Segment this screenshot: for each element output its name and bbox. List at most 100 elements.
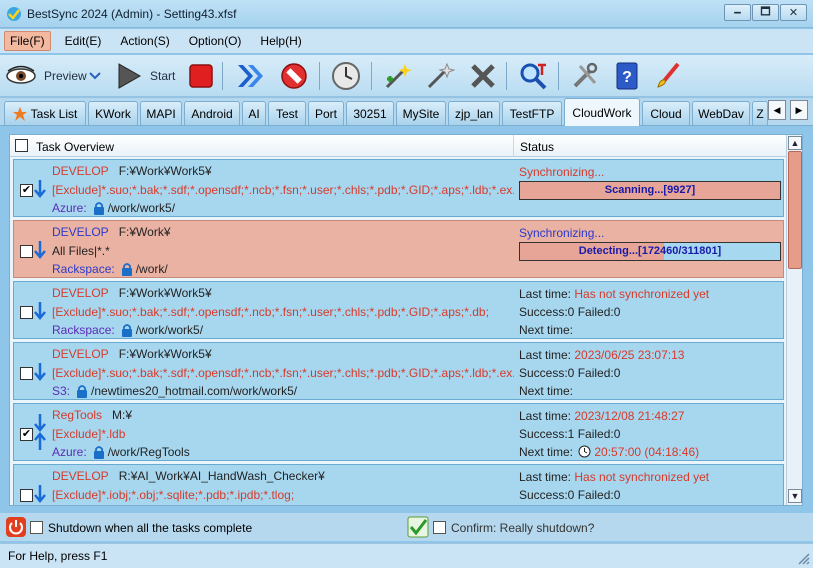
new-task-wand-icon[interactable] <box>381 59 415 93</box>
brush-options-icon[interactable] <box>652 59 686 93</box>
window-controls: 🗕 🗖 ✕ <box>723 4 807 21</box>
task-name: RegTools <box>52 408 103 422</box>
last-time-value: 2023/12/08 21:48:27 <box>574 409 685 423</box>
preview-eye-icon[interactable] <box>4 59 38 93</box>
window-title: BestSync 2024 (Admin) - Setting43.xfsf <box>27 7 237 21</box>
tab-30251[interactable]: 30251 <box>346 101 394 125</box>
task-name: DEVELOP <box>52 347 109 361</box>
start-button[interactable]: Start <box>150 69 175 83</box>
toolbar-separator <box>506 62 507 90</box>
tab-android[interactable]: Android <box>184 101 240 125</box>
tab-port[interactable]: Port <box>308 101 344 125</box>
preview-dropdown-chevron-icon[interactable] <box>89 72 101 80</box>
sync-all-icon[interactable] <box>234 59 268 93</box>
task-row[interactable]: DEVELOP R:¥AI_Work¥AI_HandWash_Checker¥ … <box>13 464 784 505</box>
maximize-button[interactable]: 🗖 <box>752 4 779 21</box>
next-time-value: 20:57:00 (04:18:46) <box>594 445 700 459</box>
tab-webdav[interactable]: WebDav <box>692 101 750 125</box>
close-button[interactable]: ✕ <box>780 4 807 21</box>
task-checkbox[interactable] <box>20 245 33 258</box>
task-tab-bar: Task List KWork MAPI Android AI Test Por… <box>0 98 813 126</box>
filter-pattern: *.suo;*.bak;*.sdf;*.opensdf;*.ncb;*.fsn;… <box>101 305 489 319</box>
menu-help[interactable]: Help(H) <box>255 32 306 50</box>
minimize-button[interactable]: 🗕 <box>724 4 751 21</box>
filter-pattern: All Files|*.* <box>52 244 110 258</box>
scroll-down-icon[interactable]: ▼ <box>788 489 802 503</box>
confirm-label: Confirm: Really shutdown? <box>451 521 595 535</box>
success-failed-counts: Success:0 Failed:0 <box>519 366 621 380</box>
search-magnifier-icon[interactable] <box>516 59 550 93</box>
menu-option[interactable]: Option(O) <box>184 32 247 50</box>
progress-text: Scanning...[9927] <box>604 184 696 196</box>
tab-mapi[interactable]: MAPI <box>140 101 182 125</box>
preview-button[interactable]: Preview <box>44 69 87 83</box>
task-checkbox[interactable] <box>20 306 33 319</box>
last-time-label: Last time: <box>519 287 575 301</box>
cancel-icon[interactable] <box>277 59 311 93</box>
clock-icon <box>578 445 591 458</box>
service-name: S3: <box>52 384 71 398</box>
confirm-checkbox[interactable] <box>433 521 446 534</box>
toolbar-separator <box>371 62 372 90</box>
stop-icon[interactable] <box>184 59 218 93</box>
tab-mysite[interactable]: MySite <box>396 101 446 125</box>
start-play-icon[interactable] <box>112 59 146 93</box>
tab-cloud[interactable]: Cloud <box>642 101 690 125</box>
tab-zjp-lan[interactable]: zjp_lan <box>448 101 500 125</box>
resize-grip-icon[interactable] <box>796 551 810 565</box>
task-checkbox[interactable]: ✔ <box>20 428 33 441</box>
bidirectional-arrow-icon <box>34 414 46 450</box>
task-row[interactable]: DEVELOP F:¥Work¥ All Files|*.* Rackspace… <box>13 220 784 278</box>
header-task-overview[interactable]: Task Overview <box>36 140 114 154</box>
tab-task-list[interactable]: Task List <box>4 101 86 125</box>
lock-icon <box>121 263 132 276</box>
shutdown-checkbox[interactable] <box>30 521 43 534</box>
scroll-up-icon[interactable]: ▲ <box>788 136 802 150</box>
tab-z[interactable]: Z <box>752 101 768 125</box>
task-source-path: F:¥Work¥ <box>118 225 171 239</box>
svg-text:?: ? <box>622 69 632 86</box>
header-status[interactable]: Status <box>520 140 554 154</box>
task-checkbox[interactable]: ✔ <box>20 184 33 197</box>
task-list-star-icon <box>12 106 27 121</box>
task-row[interactable]: DEVELOP F:¥Work¥Work5¥ [Exclude]*.suo;*.… <box>13 281 784 339</box>
tab-testftp[interactable]: TestFTP <box>502 101 562 125</box>
tab-kwork[interactable]: KWork <box>88 101 138 125</box>
status-title: Synchronizing... <box>519 165 605 179</box>
menu-edit[interactable]: Edit(E) <box>60 32 107 50</box>
vertical-scrollbar[interactable]: ▲ ▼ <box>786 135 802 505</box>
remote-path: /work/RegTools <box>107 445 190 459</box>
scrollbar-thumb[interactable] <box>788 151 802 269</box>
task-row[interactable]: ✔ DEVELOP F:¥Work¥Work5¥ [Exclude]*.suo;… <box>13 159 784 217</box>
header-divider[interactable] <box>513 135 514 157</box>
select-all-checkbox[interactable] <box>15 139 28 152</box>
task-checkbox[interactable] <box>20 367 33 380</box>
last-time-value: Has not synchronized yet <box>574 470 710 484</box>
tab-test[interactable]: Test <box>268 101 306 125</box>
lock-icon <box>93 202 104 215</box>
power-shutdown-icon[interactable] <box>6 517 26 537</box>
edit-task-wand-icon[interactable] <box>423 59 457 93</box>
task-row[interactable]: ✔ RegTools M:¥ [Exclude]*.ldb Azure: /wor… <box>13 403 784 461</box>
next-time-label: Next time: <box>519 445 577 459</box>
tools-wrench-icon[interactable] <box>568 59 602 93</box>
task-source-path: F:¥Work¥Work5¥ <box>118 347 212 361</box>
last-time-value: Has not synchronized yet <box>574 287 710 301</box>
tab-scroll-left-icon[interactable]: ◀ <box>768 100 786 120</box>
help-book-icon[interactable]: ? <box>610 59 644 93</box>
download-arrow-icon <box>34 485 46 503</box>
status-text: For Help, press F1 <box>8 549 108 563</box>
tab-label: Task List <box>30 106 78 121</box>
success-failed-counts: Success:0 Failed:0 <box>519 488 621 502</box>
task-row[interactable]: DEVELOP F:¥Work¥Work5¥ [Exclude]*.suo;*.… <box>13 342 784 400</box>
task-checkbox[interactable] <box>20 489 33 502</box>
bottom-bar: Shutdown when all the tasks complete Con… <box>0 513 813 541</box>
tab-scroll-right-icon[interactable]: ▶ <box>790 100 808 120</box>
schedule-clock-icon[interactable] <box>329 59 363 93</box>
filter-tag: [Exclude] <box>52 427 102 441</box>
delete-task-x-icon[interactable] <box>466 59 500 93</box>
menu-file[interactable]: File(F) <box>4 31 51 51</box>
menu-action[interactable]: Action(S) <box>115 32 174 50</box>
tab-cloudwork[interactable]: CloudWork <box>564 98 640 126</box>
tab-ai[interactable]: AI <box>242 101 266 125</box>
